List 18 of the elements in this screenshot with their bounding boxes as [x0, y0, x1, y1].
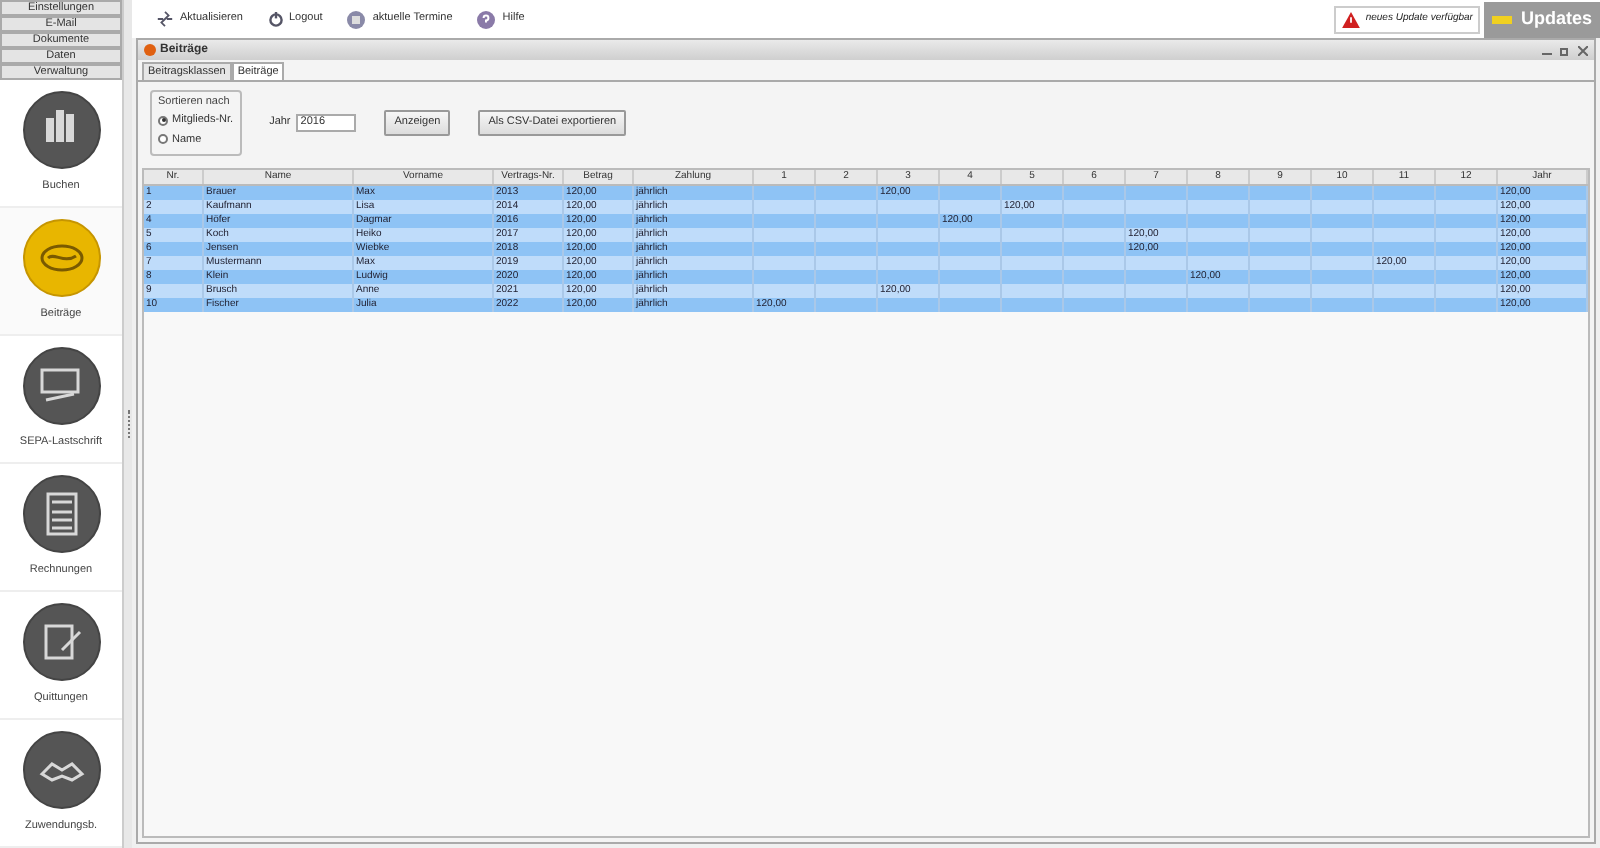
handshake-icon — [21, 730, 101, 811]
app-icon — [144, 44, 156, 56]
radio-button[interactable] — [158, 115, 168, 126]
radio-button[interactable] — [158, 134, 168, 145]
chart-icon — [21, 90, 101, 171]
help-icon — [476, 9, 497, 29]
card-icon — [21, 346, 101, 427]
close-icon[interactable] — [1578, 45, 1588, 55]
restore-icon[interactable] — [1560, 45, 1570, 55]
calendar-icon — [346, 9, 367, 29]
refresh-icon — [156, 10, 174, 28]
splitter-handle[interactable] — [127, 410, 129, 438]
logout-icon — [267, 11, 283, 27]
warning-icon — [1341, 11, 1360, 27]
pen-icon — [21, 602, 101, 683]
coin-icon — [21, 218, 101, 299]
updates-bar-icon — [1492, 15, 1513, 23]
calculator-icon — [21, 474, 101, 555]
